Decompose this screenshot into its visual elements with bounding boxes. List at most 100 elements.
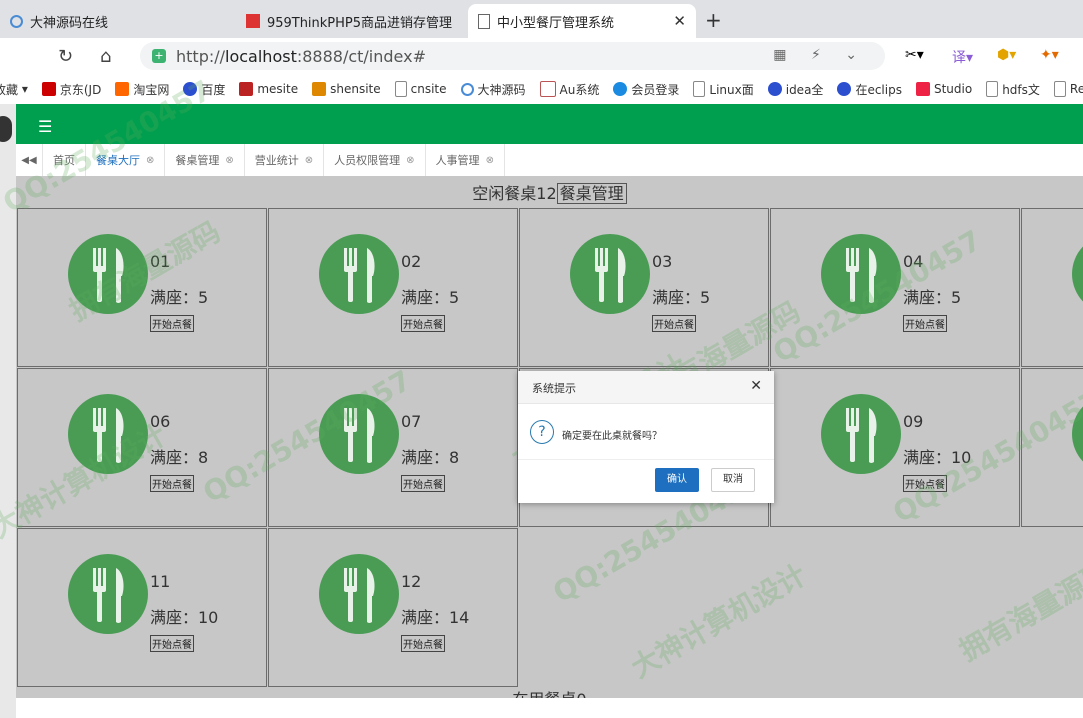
bookmark-item[interactable]: 百度 [183, 81, 225, 98]
browser-tab-title: 959ThinkPHP5商品进销存管理 [266, 15, 453, 31]
reload-icon[interactable]: ↻ [58, 46, 73, 67]
baidu-icon [183, 82, 198, 96]
table-card: 09 满座：10 开始点餐 [770, 368, 1020, 527]
taobao-icon [115, 82, 130, 96]
site-icon [539, 81, 556, 97]
table-number: 06 [150, 412, 171, 431]
close-icon[interactable]: ⊗ [305, 155, 313, 166]
start-order-button[interactable]: 开始点餐 [652, 315, 696, 332]
page-icon [693, 81, 706, 97]
start-order-button[interactable]: 开始点餐 [401, 315, 445, 332]
table-card: 01 满座：5 开始点餐 [17, 208, 267, 367]
bookmark-item[interactable]: 收藏 ▾ [0, 81, 28, 98]
browser-tab-3[interactable]: 中小型餐厅管理系统 ✕ [468, 4, 696, 38]
extension-icon[interactable]: ⬢▾ [997, 47, 1016, 63]
tab-home[interactable]: 首页 [43, 144, 86, 176]
translate-icon[interactable]: 译▾ [952, 47, 973, 67]
app-header: ☰ [16, 104, 1083, 144]
close-icon[interactable]: ✕ [750, 378, 762, 394]
omnibox-actions-icon[interactable]: ▦ ⚡ ⌄ [773, 47, 867, 63]
scissors-icon[interactable]: ✂▾ [905, 47, 924, 63]
start-order-button[interactable]: 开始点餐 [150, 635, 194, 652]
table-number: 01 [150, 252, 171, 271]
bookmark-item[interactable]: Linux面 [693, 81, 754, 98]
table-number: 07 [401, 412, 422, 431]
cutlery-icon [319, 554, 399, 634]
bookmark-item[interactable]: 会员登录 [613, 81, 679, 98]
start-order-button[interactable]: 开始点餐 [903, 475, 947, 492]
table-seats: 满座：5 [401, 288, 460, 307]
table-number: 11 [150, 572, 171, 591]
dialog-header: 系统提示 ✕ [518, 371, 774, 404]
table-number: 12 [401, 572, 422, 591]
table-seats: 满座：10 [150, 608, 219, 627]
table-card: 11 满座：10 开始点餐 [17, 528, 267, 687]
bookmark-item[interactable]: Studio [915, 82, 972, 96]
table-card: 12 满座：14 开始点餐 [268, 528, 518, 687]
close-icon[interactable]: ⊗ [406, 155, 414, 166]
cutlery-icon [68, 394, 148, 474]
table-card: 03 满座：5 开始点餐 [519, 208, 769, 367]
confirm-button[interactable]: 确认 [655, 468, 699, 492]
tab-table-management[interactable]: 餐桌管理 ⊗ [165, 144, 245, 176]
studio-icon [915, 82, 930, 96]
close-icon[interactable]: ⊗ [486, 155, 494, 166]
cutlery-icon [821, 394, 901, 474]
bookmark-item[interactable]: Au系统 [539, 81, 599, 98]
bookmark-item[interactable]: idea全 [767, 81, 823, 98]
browser-tab-strip: 大神源码在线 959ThinkPHP5商品进销存管理 中小型餐厅管理系统 ✕ + [0, 0, 1083, 38]
bookmark-item[interactable]: cnsite [394, 81, 447, 97]
start-order-button[interactable]: 开始点餐 [401, 635, 445, 652]
table-number: 04 [903, 252, 924, 271]
game-icon[interactable]: ✦▾ [1040, 47, 1059, 63]
close-icon[interactable]: ⊗ [225, 155, 233, 166]
home-icon[interactable]: ⌂ [100, 46, 111, 67]
start-order-button[interactable]: 开始点餐 [903, 315, 947, 332]
tab-scroll-left-icon[interactable]: ◀◀ [16, 144, 43, 176]
bookmark-item[interactable]: hdfs文 [986, 81, 1040, 98]
cutlery-icon [1072, 394, 1083, 474]
table-card: 06 满座：8 开始点餐 [17, 368, 267, 527]
browser-tab-2[interactable]: 959ThinkPHP5商品进销存管理 [236, 4, 466, 38]
dialog-message: 确定要在此桌就餐吗？ [562, 431, 662, 442]
system-prompt-dialog: 系统提示 ✕ ? 确定要在此桌就餐吗？ 确认 取消 [518, 371, 774, 503]
baidu-icon [837, 82, 852, 96]
close-icon[interactable]: ⊗ [146, 155, 154, 166]
page-icon [394, 81, 407, 97]
start-order-button[interactable]: 开始点餐 [150, 475, 194, 492]
dialog-body: ? 确定要在此桌就餐吗？ [518, 404, 774, 459]
start-order-button[interactable]: 开始点餐 [150, 315, 194, 332]
table-management-button[interactable]: 餐桌管理 [556, 183, 627, 204]
bookmark-item[interactable]: 淘宝网 [115, 81, 169, 98]
new-tab-icon[interactable]: + [705, 8, 722, 32]
omnibox[interactable]: + http://localhost:8888/ct/index# ▦ ⚡ ⌄ [140, 42, 885, 70]
table-number: 02 [401, 252, 422, 271]
bookmark-item[interactable]: shensite [312, 82, 381, 96]
url-text[interactable]: http://localhost:8888/ct/index# [176, 47, 426, 66]
avatar[interactable] [0, 116, 12, 142]
page-icon [478, 13, 490, 29]
bookmark-item[interactable]: 京东(JD [41, 81, 101, 98]
start-order-button[interactable]: 开始点餐 [401, 475, 445, 492]
tab-hr-management[interactable]: 人事管理 ⊗ [426, 144, 505, 176]
bookmark-item[interactable]: mesite [239, 82, 298, 96]
bookmark-item[interactable]: 在eclips [837, 81, 902, 98]
bookmark-item[interactable]: 大神源码 [460, 81, 526, 98]
site-icon [460, 82, 474, 96]
table-card: 07 满座：8 开始点餐 [268, 368, 518, 527]
browser-tab-1[interactable]: 大神源码在线 [0, 4, 232, 38]
table-seats: 满座：10 [903, 448, 972, 467]
cancel-button[interactable]: 取消 [711, 468, 755, 492]
table-seats: 满座：5 [652, 288, 711, 307]
tab-permission-management[interactable]: 人员权限管理 ⊗ [324, 144, 426, 176]
close-tab-icon[interactable]: ✕ [673, 12, 686, 30]
left-sidebar [0, 104, 16, 718]
tab-dining-hall[interactable]: 餐桌大厅 ⊗ [86, 144, 166, 176]
cutlery-icon [319, 234, 399, 314]
tab-business-stats[interactable]: 营业统计 ⊗ [245, 144, 325, 176]
bookmark-item[interactable]: Re [1053, 81, 1083, 97]
menu-icon[interactable]: ☰ [38, 117, 52, 136]
cutlery-icon [1072, 234, 1083, 314]
bookmarks-bar: 收藏 ▾ 京东(JD 淘宝网 百度 mesite shensite cnsite… [0, 74, 1083, 105]
shield-icon: + [152, 49, 166, 63]
